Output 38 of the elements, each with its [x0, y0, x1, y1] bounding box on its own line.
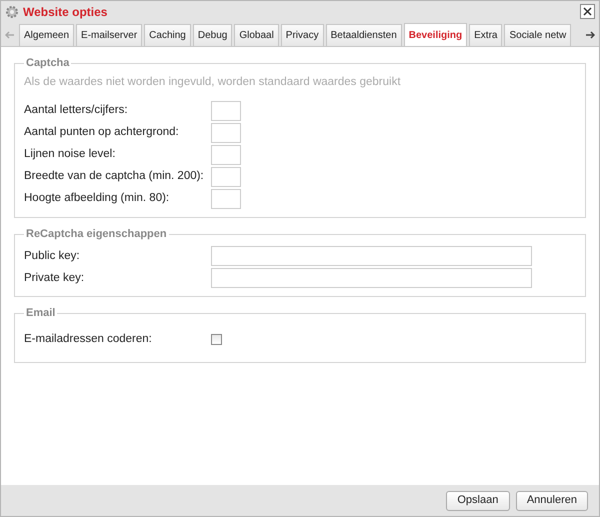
tab[interactable]: Debug	[192, 24, 232, 46]
input-field[interactable]	[211, 166, 241, 187]
input-field[interactable]	[211, 268, 532, 288]
section-legend: ReCaptcha eigenschappen	[24, 226, 169, 242]
field-label: Lijnen noise level:	[24, 147, 116, 162]
field-label: Breedte van de captcha (min. 200):	[24, 169, 205, 184]
section-legend: Captcha	[24, 55, 72, 72]
field-label: Hoogte afbeelding (min. 80):	[24, 191, 170, 206]
section-note: Als de waardes niet worden ingevuld, worden standaard waardes gebruikt	[24, 74, 402, 90]
field-label: E-mailadressen coderen:	[24, 332, 153, 348]
field-label: Aantal punten op achtergrond:	[24, 125, 180, 140]
input-field[interactable]	[211, 122, 241, 143]
cancel-button[interactable]: Annuleren	[516, 490, 588, 510]
window-title: Website opties	[23, 4, 108, 20]
close-button[interactable]	[580, 4, 595, 19]
gear-icon	[5, 4, 19, 18]
input-field[interactable]	[211, 144, 241, 165]
field-label: Aantal letters/cijfers:	[24, 103, 129, 118]
checkbox[interactable]	[211, 334, 222, 346]
input-field[interactable]	[211, 188, 241, 209]
tab[interactable]: Betaaldiensten	[326, 24, 402, 46]
tab[interactable]: Globaal	[234, 24, 279, 46]
section-legend: Email	[24, 305, 58, 322]
field-label: Public key:	[24, 248, 81, 264]
input-field[interactable]	[211, 246, 532, 266]
arrow-right-icon	[585, 31, 595, 39]
tab[interactable]: Beveiliging	[404, 23, 468, 46]
input-field[interactable]	[211, 100, 241, 121]
tab[interactable]: E-mailserver	[76, 24, 142, 46]
field-label: Private key:	[24, 270, 86, 286]
tab[interactable]: Caching	[144, 24, 191, 46]
tab[interactable]: Privacy	[280, 24, 324, 46]
tab[interactable]: Algemeen	[19, 24, 74, 46]
tab[interactable]: Extra	[469, 24, 502, 46]
close-icon	[583, 7, 592, 16]
arrow-left-icon	[5, 31, 15, 39]
save-button[interactable]: Opslaan	[446, 490, 510, 510]
tab[interactable]: Sociale netw	[504, 24, 572, 46]
